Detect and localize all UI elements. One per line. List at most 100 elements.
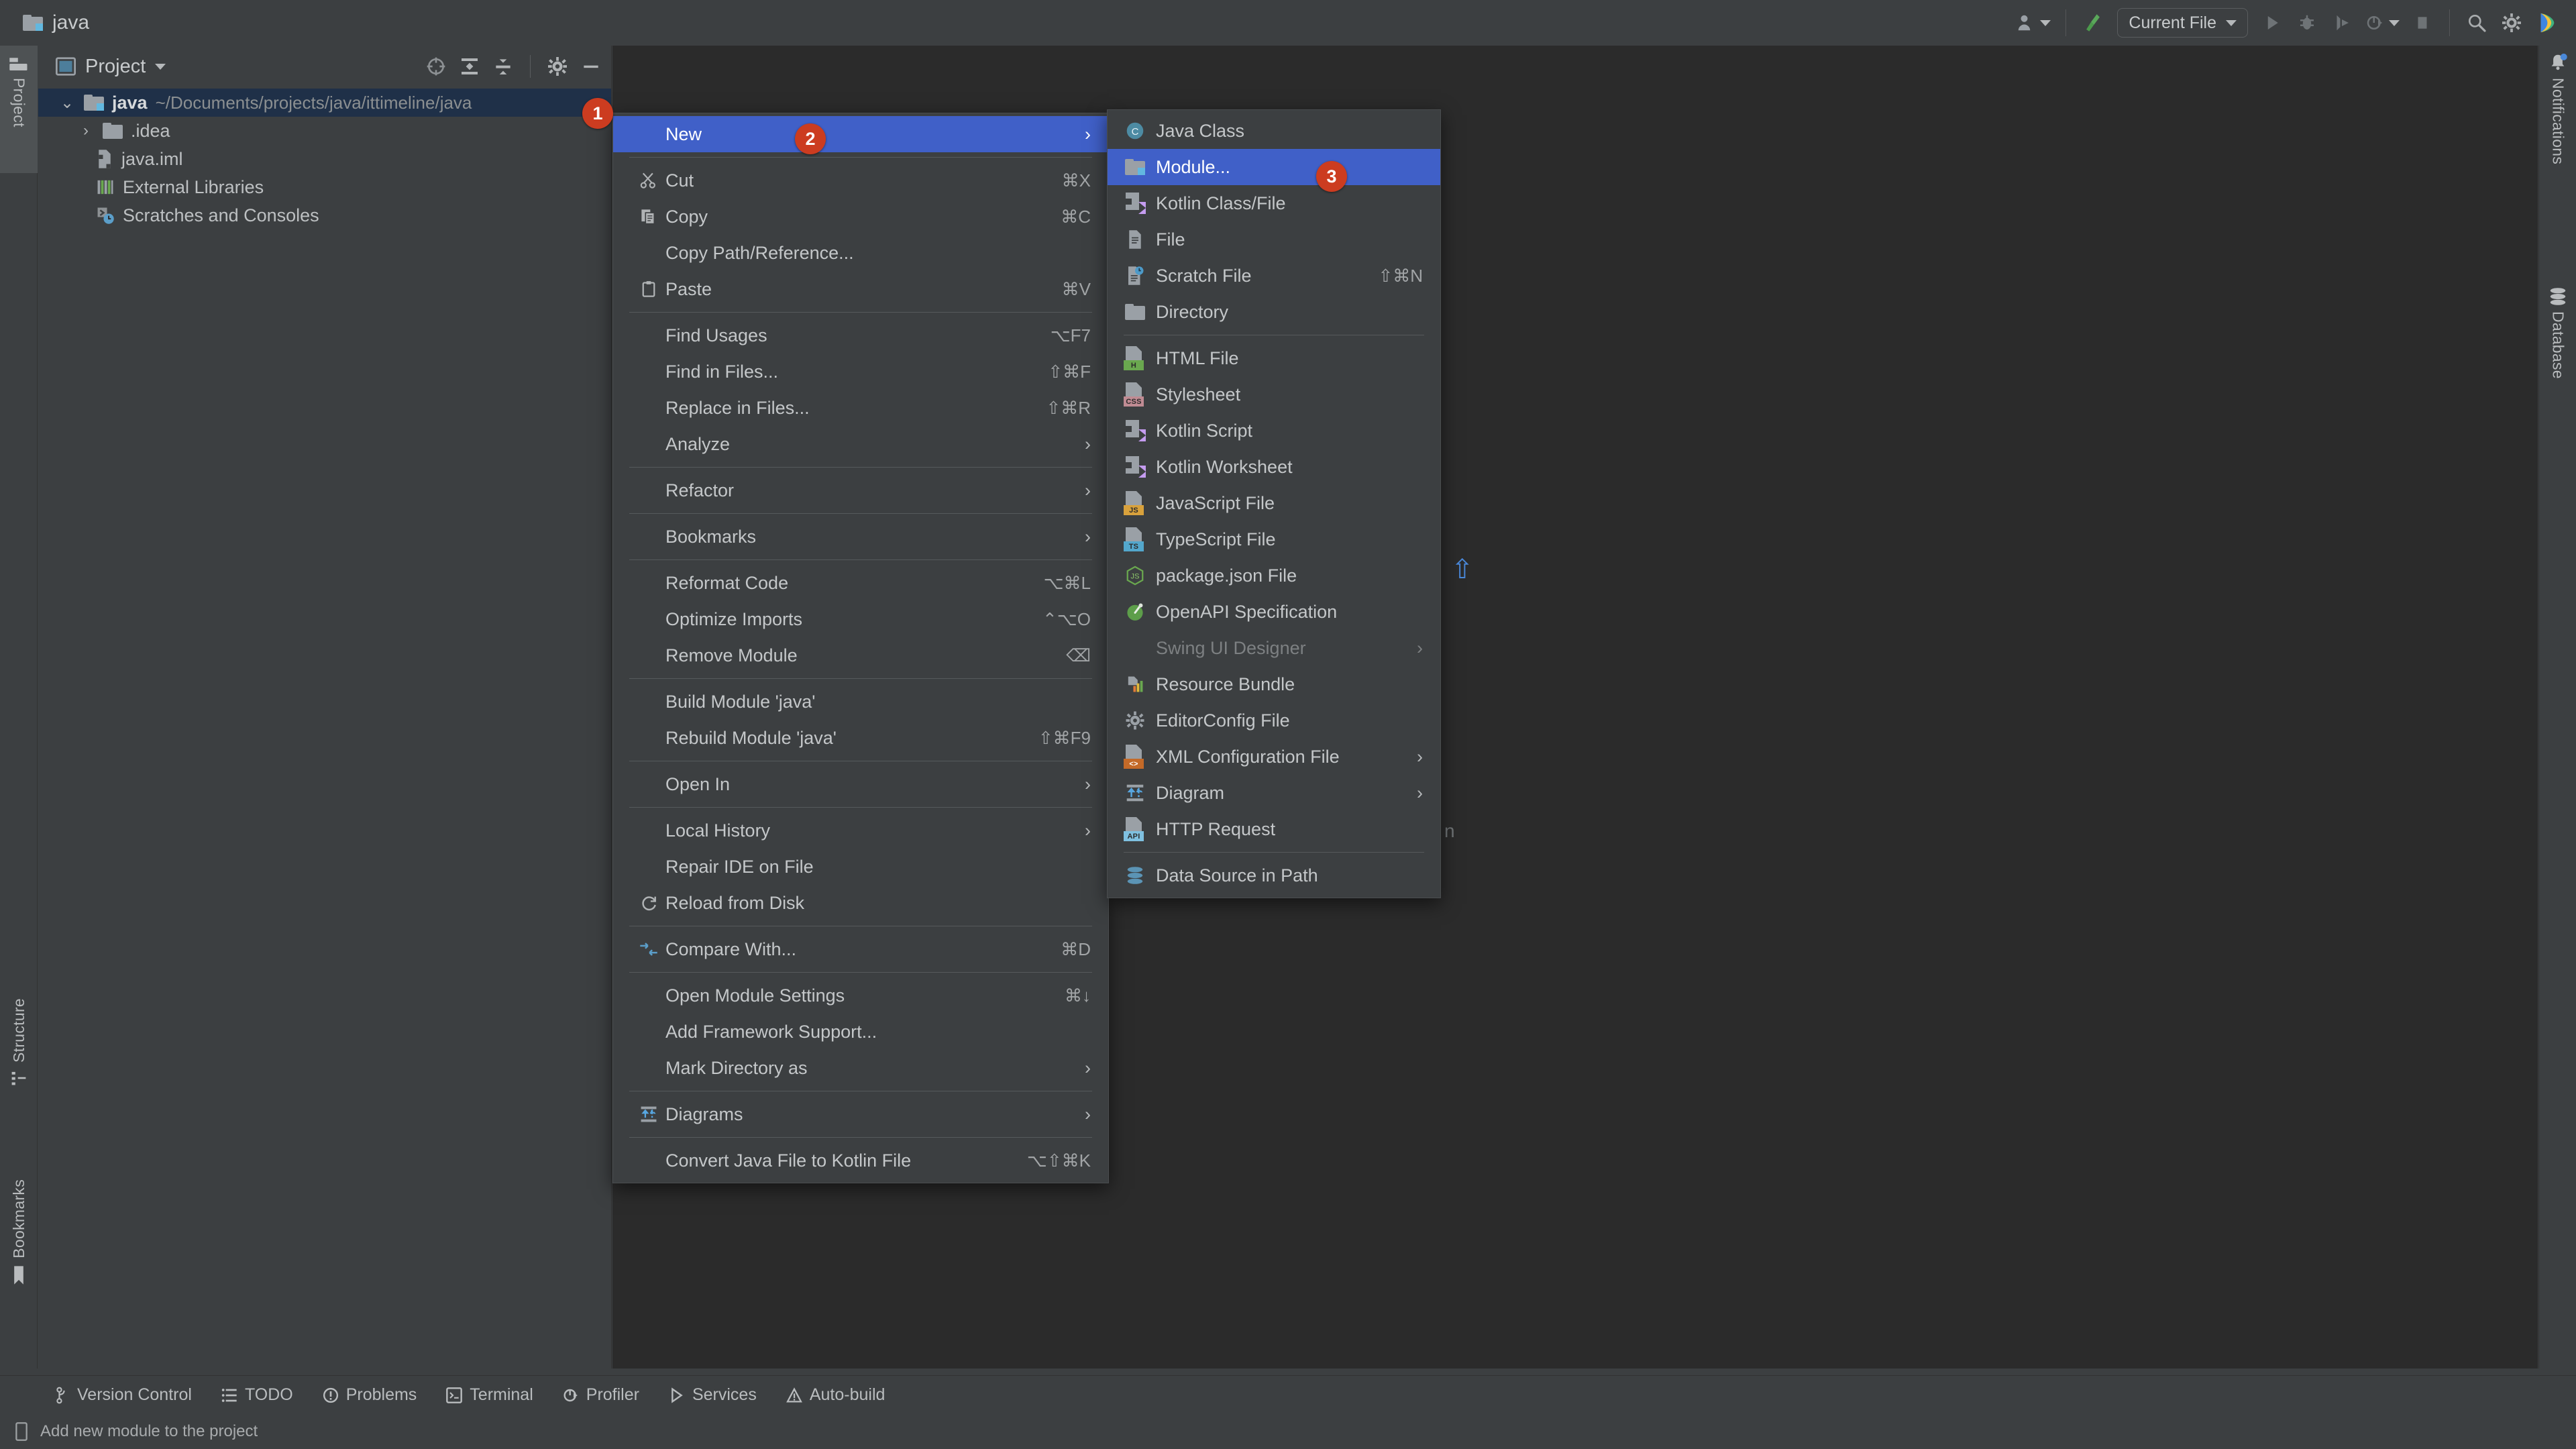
menu-item-analyze[interactable]: Analyze › (613, 426, 1108, 462)
submenu-item-swing-ui-designer[interactable]: Swing UI Designer › (1108, 630, 1440, 666)
database-icon (1121, 866, 1149, 885)
tree-row[interactable]: java.iml (38, 145, 611, 173)
menu-item-refactor[interactable]: Refactor › (613, 472, 1108, 508)
stop-square-icon[interactable] (2405, 4, 2440, 42)
bottom-tab-services[interactable]: Services (654, 1385, 771, 1405)
menu-item-label: Convert Java File to Kotlin File (665, 1150, 912, 1171)
reload-icon (636, 894, 661, 912)
menu-item-paste[interactable]: Paste ⌘V (613, 271, 1108, 307)
ai-assistant-icon[interactable] (2529, 4, 2564, 42)
menu-item-cut[interactable]: Cut ⌘X (613, 162, 1108, 199)
select-opened-file-icon[interactable] (425, 56, 447, 77)
tree-item-label: java (112, 92, 148, 113)
submenu-item-shortcut: ⇧⌘N (1378, 265, 1423, 286)
menu-item-rebuild-module[interactable]: Rebuild Module 'java' ⇧⌘F9 (613, 720, 1108, 756)
bottom-tab-auto-build[interactable]: Auto-build (771, 1385, 900, 1405)
sidebar-item-project[interactable]: Project (0, 46, 38, 173)
submenu-item-kotlin-script[interactable]: Kotlin Script (1108, 413, 1440, 449)
submenu-item-editorconfig-file[interactable]: EditorConfig File (1108, 702, 1440, 739)
submenu-item-html-file[interactable]: H HTML File (1108, 340, 1440, 376)
menu-item-replace-in-files[interactable]: Replace in Files... ⇧⌘R (613, 390, 1108, 426)
gear-icon[interactable] (547, 56, 568, 77)
submenu-item-directory[interactable]: Directory (1108, 294, 1440, 330)
submenu-item-typescript-file[interactable]: TS TypeScript File (1108, 521, 1440, 557)
sidebar-item-structure[interactable]: Structure (0, 998, 38, 1159)
submenu-item-resource-bundle[interactable]: Resource Bundle (1108, 666, 1440, 702)
chevron-down-icon[interactable]: ⌄ (58, 93, 76, 113)
submenu-item-package-json-file[interactable]: JS package.json File (1108, 557, 1440, 594)
debug-bug-icon[interactable] (2290, 4, 2324, 42)
tree-row[interactable]: External Libraries (38, 173, 611, 201)
menu-item-label: Repair IDE on File (665, 856, 814, 877)
submenu-item-http-request[interactable]: API HTTP Request (1108, 811, 1440, 847)
menu-item-open-in[interactable]: Open In › (613, 766, 1108, 802)
menu-item-label: Rebuild Module 'java' (665, 727, 837, 748)
submenu-item-file[interactable]: File (1108, 221, 1440, 258)
profiler-icon[interactable] (2359, 4, 2405, 42)
menu-item-find-usages[interactable]: Find Usages ⌥F7 (613, 317, 1108, 354)
submenu-item-label: JavaScript File (1156, 492, 1275, 513)
gear-icon[interactable] (2494, 4, 2529, 42)
menu-item-remove-module[interactable]: Remove Module ⌫ (613, 637, 1108, 674)
submenu-item-label: TypeScript File (1156, 529, 1276, 549)
annotation-badge-2: 2 (795, 123, 826, 154)
search-icon[interactable] (2459, 4, 2494, 42)
sidebar-item-database[interactable]: Database (2539, 287, 2576, 488)
menu-item-label: Mark Directory as (665, 1057, 808, 1078)
run-configuration-selector[interactable]: Current File (2117, 8, 2248, 38)
sidebar-item-notifications[interactable]: Notifications (2539, 52, 2576, 274)
menu-item-open-module-settings[interactable]: Open Module Settings ⌘↓ (613, 977, 1108, 1014)
menu-item-convert-java-to-kotlin[interactable]: Convert Java File to Kotlin File ⌥⇧⌘K (613, 1142, 1108, 1179)
minimize-icon[interactable] (580, 56, 602, 77)
run-play-icon[interactable] (2255, 4, 2290, 42)
menu-item-local-history[interactable]: Local History › (613, 812, 1108, 849)
chevron-right-icon[interactable]: › (77, 121, 95, 140)
menu-item-compare-with[interactable]: Compare With... ⌘D (613, 931, 1108, 967)
submenu-item-xml-configuration-file[interactable]: <> XML Configuration File › (1108, 739, 1440, 775)
ide-window: java Current File Project Structure Book… (0, 0, 2576, 1449)
menu-item-copy-path-reference[interactable]: Copy Path/Reference... (613, 235, 1108, 271)
user-account-icon[interactable] (2010, 4, 2056, 42)
menu-item-diagrams[interactable]: Diagrams › (613, 1096, 1108, 1132)
submenu-item-javascript-file[interactable]: JS JavaScript File (1108, 485, 1440, 521)
submenu-item-kotlin-worksheet[interactable]: Kotlin Worksheet (1108, 449, 1440, 485)
menu-item-reformat-code[interactable]: Reformat Code ⌥⌘L (613, 565, 1108, 601)
menu-item-new[interactable]: New › (613, 116, 1108, 152)
menu-item-reload-from-disk[interactable]: Reload from Disk (613, 885, 1108, 921)
submenu-item-openapi-specification[interactable]: OpenAPI Specification (1108, 594, 1440, 630)
bottom-tab-version-control[interactable]: Version Control (39, 1385, 207, 1405)
bottom-tab-problems[interactable]: Problems (308, 1385, 432, 1405)
submenu-item-stylesheet[interactable]: CSS Stylesheet (1108, 376, 1440, 413)
submenu-item-scratch-file[interactable]: Scratch File ⇧⌘N (1108, 258, 1440, 294)
submenu-item-label: XML Configuration File (1156, 746, 1340, 767)
submenu-item-diagram[interactable]: Diagram › (1108, 775, 1440, 811)
bookmarks-icon (11, 1265, 27, 1285)
bottom-tab-todo[interactable]: TODO (207, 1385, 308, 1405)
menu-item-bookmarks[interactable]: Bookmarks › (613, 519, 1108, 555)
menu-item-find-in-files[interactable]: Find in Files... ⇧⌘F (613, 354, 1108, 390)
diagram-icon (1121, 784, 1149, 802)
submenu-item-data-source-in-path[interactable]: Data Source in Path (1108, 857, 1440, 894)
expand-all-icon[interactable] (459, 56, 480, 77)
build-hammer-icon[interactable] (2076, 4, 2110, 42)
bottom-tab-profiler[interactable]: Profiler (548, 1385, 654, 1405)
submenu-item-module[interactable]: Module... (1108, 149, 1440, 185)
submenu-item-java-class[interactable]: C Java Class (1108, 113, 1440, 149)
menu-item-optimize-imports[interactable]: Optimize Imports ⌃⌥O (613, 601, 1108, 637)
sidebar-item-bookmarks[interactable]: Bookmarks (0, 1179, 38, 1360)
tree-row[interactable]: Scratches and Consoles (38, 201, 611, 229)
collapse-all-icon[interactable] (492, 56, 514, 77)
tree-row[interactable]: ⌄ java ~/Documents/projects/java/ittimel… (38, 89, 611, 117)
tree-row[interactable]: › .idea (38, 117, 611, 145)
submenu-item-kotlin-class-file[interactable]: Kotlin Class/File (1108, 185, 1440, 221)
menu-item-repair-ide-on-file[interactable]: Repair IDE on File (613, 849, 1108, 885)
bottom-tab-terminal[interactable]: Terminal (431, 1385, 547, 1405)
menu-item-copy[interactable]: Copy ⌘C (613, 199, 1108, 235)
menu-item-build-module[interactable]: Build Module 'java' (613, 684, 1108, 720)
caret-down-icon[interactable] (155, 63, 166, 70)
run-with-coverage-icon[interactable] (2324, 4, 2359, 42)
menu-item-shortcut: ⌥⇧⌘K (1026, 1150, 1091, 1171)
menu-item-mark-directory-as[interactable]: Mark Directory as › (613, 1050, 1108, 1086)
menu-item-add-framework-support[interactable]: Add Framework Support... (613, 1014, 1108, 1050)
submenu-item-label: HTTP Request (1156, 818, 1276, 839)
